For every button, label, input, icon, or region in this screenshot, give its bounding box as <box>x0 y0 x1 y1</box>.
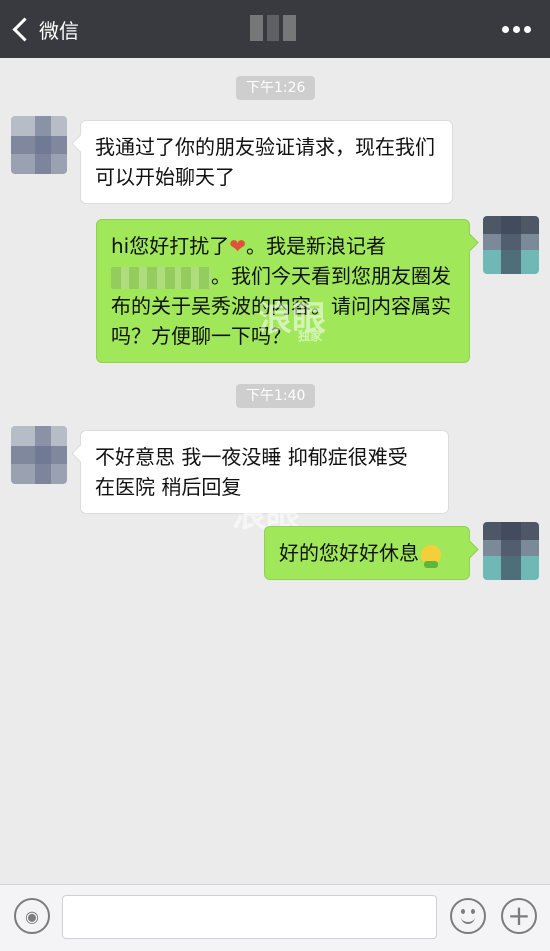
message-text: 。我是新浪记者 <box>246 234 386 258</box>
contact-avatar[interactable] <box>11 426 67 484</box>
outgoing-message[interactable]: 好的您好好休息 <box>264 526 470 580</box>
emoji-icon[interactable] <box>450 898 486 934</box>
blurred-name <box>111 266 181 289</box>
blurred-name <box>181 266 211 289</box>
chat-title-blurred <box>250 15 297 41</box>
contact-avatar[interactable] <box>11 116 67 174</box>
plus-icon[interactable]: + <box>501 898 537 934</box>
heart-emoji: ❤ <box>229 234 246 258</box>
back-label: 微信 <box>39 18 79 43</box>
my-avatar[interactable] <box>483 216 539 274</box>
incoming-message[interactable]: 我通过了你的朋友验证请求，现在我们可以开始聊天了 <box>80 120 453 204</box>
watermark: 浪眼 独家 <box>258 299 326 343</box>
back-button[interactable]: 微信 <box>10 13 79 45</box>
more-dots-icon[interactable] <box>502 22 532 36</box>
chat-header: 微信 <box>0 0 550 58</box>
message-input[interactable] <box>62 895 437 939</box>
voice-icon[interactable]: ◉ <box>14 898 50 934</box>
chevron-left-icon <box>12 16 37 42</box>
message-text: hi您好打扰了 <box>111 234 230 258</box>
outgoing-message[interactable]: hi您好打扰了❤。我是新浪记者。我们今天看到您朋友圈发布的关于吴秀波的内容。请问… <box>96 219 470 363</box>
emoji-icon <box>421 544 441 568</box>
timestamp: 下午1:26 <box>236 76 316 100</box>
timestamp: 下午1:40 <box>236 384 316 408</box>
input-bar: ◉ + <box>0 884 550 951</box>
message-text: 好的您好好休息 <box>279 541 419 565</box>
my-avatar[interactable] <box>483 522 539 580</box>
